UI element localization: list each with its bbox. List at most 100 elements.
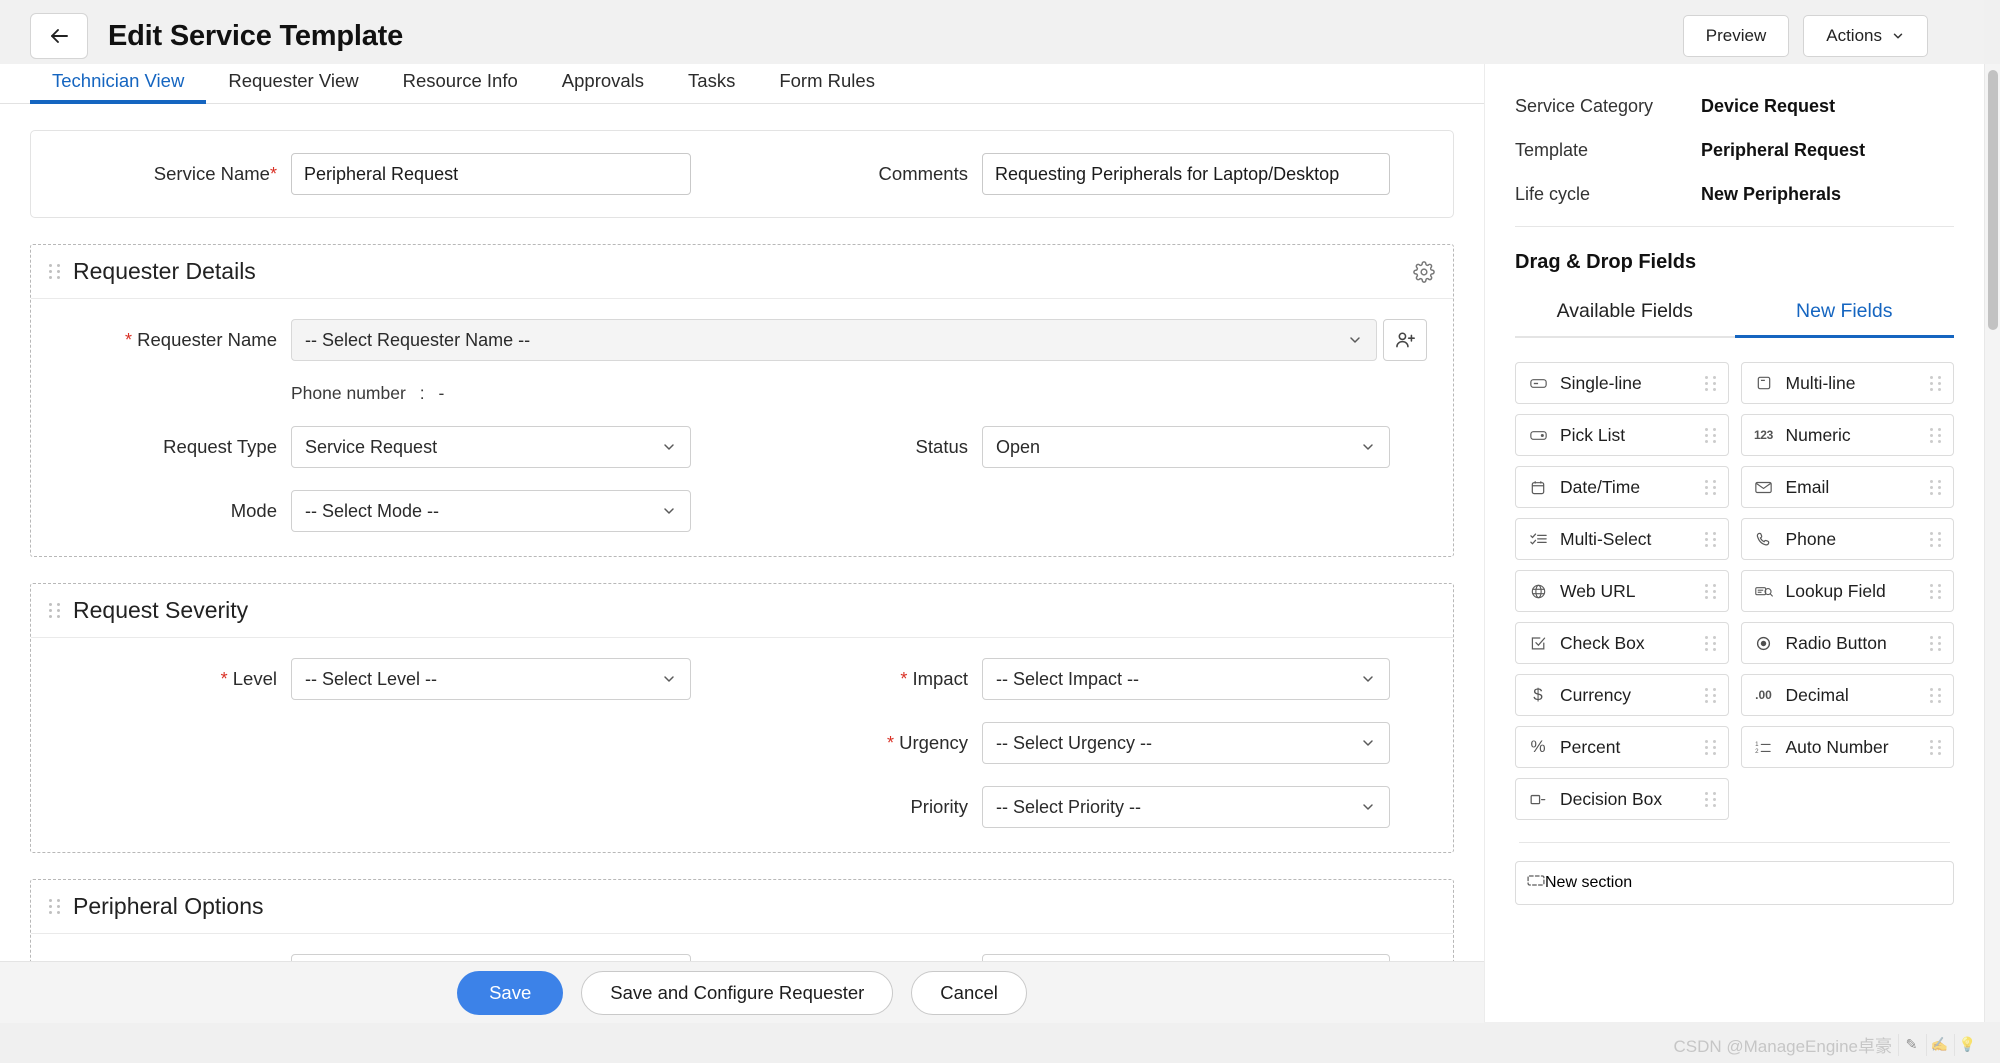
comments-input[interactable] xyxy=(982,153,1390,195)
tab-requester-view[interactable]: Requester View xyxy=(206,70,380,103)
field-chip-label: Phone xyxy=(1786,529,1837,550)
impact-select[interactable]: -- Select Impact -- xyxy=(982,658,1390,700)
field-chip-new-section[interactable]: New section xyxy=(1515,861,1954,905)
chevron-down-icon xyxy=(661,439,677,455)
field-chip-label: Multi-Select xyxy=(1560,529,1651,550)
service-name-label: Service Name* xyxy=(31,163,291,185)
single-line-icon xyxy=(1527,374,1549,392)
drag-handle-icon[interactable] xyxy=(1930,636,1942,651)
drag-handle-icon[interactable] xyxy=(49,899,61,914)
field-chip-numeric[interactable]: 123 Numeric xyxy=(1741,414,1955,456)
field-chip-label: Percent xyxy=(1560,737,1620,758)
drag-handle-icon[interactable] xyxy=(1705,584,1717,599)
field-chip-pick-list[interactable]: Pick List xyxy=(1515,414,1729,456)
save-button[interactable]: Save xyxy=(457,971,563,1015)
technician-select[interactable]: Ankush xyxy=(291,954,691,961)
section-header-peripheral-options[interactable]: Peripheral Options xyxy=(31,880,1453,934)
drag-handle-icon[interactable] xyxy=(1930,532,1942,547)
label-text: Impact xyxy=(912,668,968,689)
field-chip-auto-number[interactable]: 1 2 Auto Number xyxy=(1741,726,1955,768)
back-button[interactable] xyxy=(30,13,88,59)
section-header-request-severity[interactable]: Request Severity xyxy=(31,584,1453,638)
mode-row: Mode -- Select Mode -- xyxy=(31,490,742,532)
drag-handle-icon[interactable] xyxy=(1930,584,1942,599)
required-marker: * xyxy=(887,733,894,753)
drag-handle-icon[interactable] xyxy=(1705,480,1717,495)
field-chip-web-url[interactable]: Web URL xyxy=(1515,570,1729,612)
gear-icon[interactable] xyxy=(1413,261,1435,283)
field-chip-radio-button[interactable]: Radio Button xyxy=(1741,622,1955,664)
field-chip-label: Check Box xyxy=(1560,633,1645,654)
cancel-button[interactable]: Cancel xyxy=(911,971,1027,1015)
field-chip-date-time[interactable]: Date/Time xyxy=(1515,466,1729,508)
actions-button[interactable]: Actions xyxy=(1803,15,1928,57)
field-chip-phone[interactable]: Phone xyxy=(1741,518,1955,560)
priority-row: Priority -- Select Priority -- xyxy=(742,786,1453,828)
urgency-select[interactable]: -- Select Urgency -- xyxy=(982,722,1390,764)
checkbox-icon xyxy=(1527,634,1549,652)
phone-icon xyxy=(1753,530,1775,548)
field-chip-currency[interactable]: $ Currency xyxy=(1515,674,1729,716)
field-chip-single-line[interactable]: Single-line xyxy=(1515,362,1729,404)
envelope-icon xyxy=(1753,478,1775,496)
drag-handle-icon[interactable] xyxy=(1930,688,1942,703)
field-chip-percent[interactable]: % Percent xyxy=(1515,726,1729,768)
drag-handle-icon[interactable] xyxy=(1930,480,1942,495)
level-label: * Level xyxy=(31,668,291,690)
field-chip-decision-box[interactable]: Decision Box xyxy=(1515,778,1729,820)
chevron-down-icon xyxy=(1360,735,1376,751)
field-chip-lookup-field[interactable]: Lookup Field xyxy=(1741,570,1955,612)
service-name-input[interactable] xyxy=(291,153,691,195)
request-type-select[interactable]: Service Request xyxy=(291,426,691,468)
tab-tasks[interactable]: Tasks xyxy=(666,70,757,103)
drag-handle-icon[interactable] xyxy=(1705,688,1717,703)
drag-handle-icon[interactable] xyxy=(1930,428,1942,443)
field-chip-email[interactable]: Email xyxy=(1741,466,1955,508)
page-title: Edit Service Template xyxy=(108,20,403,53)
drag-handle-icon[interactable] xyxy=(1705,376,1717,391)
drag-handle-icon[interactable] xyxy=(49,264,61,279)
tab-approvals[interactable]: Approvals xyxy=(540,70,666,103)
form-footer: Save Save and Configure Requester Cancel xyxy=(0,961,1484,1023)
mode-select[interactable]: -- Select Mode -- xyxy=(291,490,691,532)
drag-handle-icon[interactable] xyxy=(49,603,61,618)
request-type-status-row: Request Type Service Request Status Open xyxy=(31,426,1453,468)
field-chip-check-box[interactable]: Check Box xyxy=(1515,622,1729,664)
tab-label: Requester View xyxy=(228,70,358,91)
drag-handle-icon[interactable] xyxy=(1705,740,1717,755)
pick-list-icon xyxy=(1527,426,1549,444)
tab-label: Approvals xyxy=(562,70,644,91)
priority-select[interactable]: -- Select Priority -- xyxy=(982,786,1390,828)
label-text: Urgency xyxy=(899,732,968,753)
drag-handle-icon[interactable] xyxy=(1705,428,1717,443)
page-scrollbar[interactable] xyxy=(1984,64,2000,1022)
level-select[interactable]: -- Select Level -- xyxy=(291,658,691,700)
save-and-configure-requester-button[interactable]: Save and Configure Requester xyxy=(581,971,893,1015)
app-header: Edit Service Template Preview Actions xyxy=(0,0,1984,72)
tab-form-rules[interactable]: Form Rules xyxy=(757,70,897,103)
tab-available-fields[interactable]: Available Fields xyxy=(1515,300,1735,336)
field-chip-multi-select[interactable]: Multi-Select xyxy=(1515,518,1729,560)
scrollbar-thumb[interactable] xyxy=(1988,70,1998,330)
drag-handle-icon[interactable] xyxy=(1705,532,1717,547)
tab-resource-info[interactable]: Resource Info xyxy=(381,70,540,103)
impact-label: * Impact xyxy=(742,668,982,690)
drag-handle-icon[interactable] xyxy=(1705,636,1717,651)
drag-handle-icon[interactable] xyxy=(1930,376,1942,391)
requester-name-select[interactable]: -- Select Requester Name -- xyxy=(291,319,1377,361)
priority-label: Priority xyxy=(742,796,982,818)
section-header-requester-details[interactable]: Requester Details xyxy=(31,245,1453,299)
category-select[interactable]: Peripherals xyxy=(982,954,1390,961)
field-chip-label: Multi-line xyxy=(1786,373,1856,394)
mode-row-spacer xyxy=(742,490,1453,532)
status-select[interactable]: Open xyxy=(982,426,1390,468)
meta-row-life-cycle: Life cycle New Peripherals xyxy=(1515,172,1954,216)
field-chip-multi-line[interactable]: Multi-line xyxy=(1741,362,1955,404)
preview-button[interactable]: Preview xyxy=(1683,15,1789,57)
drag-handle-icon[interactable] xyxy=(1930,740,1942,755)
add-requester-button[interactable] xyxy=(1383,319,1427,361)
field-chip-decimal[interactable]: .00 Decimal xyxy=(1741,674,1955,716)
tab-new-fields[interactable]: New Fields xyxy=(1735,300,1955,336)
tab-technician-view[interactable]: Technician View xyxy=(30,70,206,103)
drag-handle-icon[interactable] xyxy=(1705,792,1717,807)
